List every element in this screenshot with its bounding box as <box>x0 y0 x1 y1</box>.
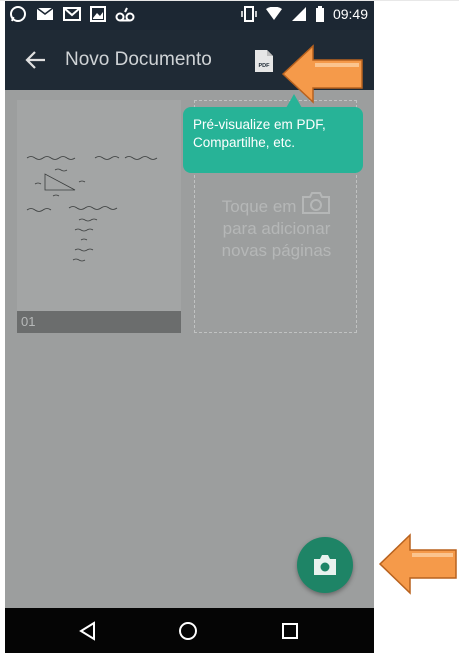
vibrate-icon <box>241 6 257 22</box>
status-bar: 09:49 <box>5 0 374 30</box>
handwritten-page-image <box>26 156 158 262</box>
back-arrow-icon[interactable] <box>23 47 49 73</box>
pdf-tooltip[interactable]: Pré-visualize em PDF, Compartilhe, etc. <box>183 107 363 173</box>
whatsapp-icon <box>10 6 26 22</box>
tooltip-line2: Compartilhe, etc. <box>193 135 296 150</box>
top-divider <box>0 0 459 1</box>
camera-outline-icon <box>302 192 331 214</box>
add-page-hint: Toque em para adicionar novas páginas <box>195 191 358 262</box>
page-thumbnail[interactable]: 01 <box>17 100 181 333</box>
wifi-icon <box>265 7 282 20</box>
system-icons: 09:49 <box>241 6 368 22</box>
gallery-icon <box>90 6 106 22</box>
tooltip-line1: Pré-visualize em PDF, <box>193 117 326 132</box>
voicemail-icon <box>115 7 135 22</box>
gmail-icon <box>63 7 81 21</box>
battery-icon <box>315 6 324 22</box>
arrow-pointing-pdf-icon <box>281 44 363 104</box>
pdf-label: PDF <box>259 63 271 69</box>
arrow-pointing-camera-icon <box>378 533 457 595</box>
clock: 09:49 <box>332 6 368 22</box>
home-circle-icon[interactable] <box>177 620 199 642</box>
add-page-hint-line3: novas páginas <box>221 241 332 260</box>
add-page-hint-line1: Toque em <box>195 191 358 218</box>
add-page-hint-line2: para adicionar <box>222 219 331 238</box>
page-number: 01 <box>17 311 181 333</box>
message-icon <box>36 7 54 20</box>
signal-icon <box>291 7 306 21</box>
back-triangle-icon[interactable] <box>77 620 99 642</box>
recents-square-icon[interactable] <box>279 620 301 642</box>
navigation-bar <box>5 608 374 653</box>
camera-fab-button[interactable] <box>297 537 353 593</box>
notification-icons <box>9 5 135 23</box>
pdf-preview-icon[interactable]: PDF <box>254 49 274 73</box>
camera-icon <box>314 555 336 575</box>
page-title: Novo Documento <box>65 49 212 70</box>
